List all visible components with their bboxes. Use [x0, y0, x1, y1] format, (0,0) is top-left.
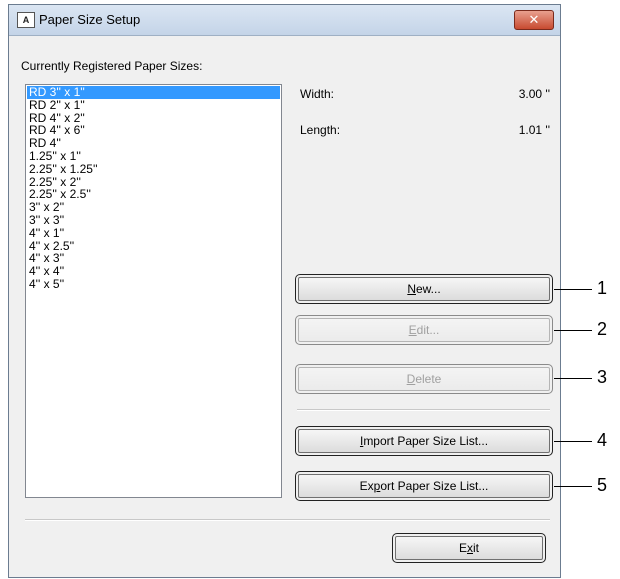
list-item[interactable]: 2.25'' x 1.25''	[27, 162, 280, 176]
exit-button[interactable]: Exit	[392, 533, 546, 563]
list-item[interactable]: 2.25'' x 2.5''	[27, 188, 280, 201]
edit-button[interactable]: Edit...	[295, 315, 553, 345]
callout-line-4	[554, 441, 592, 442]
callout-2: 2	[597, 319, 608, 339]
window-title: Paper Size Setup	[39, 12, 141, 27]
footer-separator	[25, 519, 550, 521]
export-paper-size-list-button[interactable]: Export Paper Size List...	[295, 471, 553, 501]
list-item[interactable]: 4'' x 2.5''	[27, 239, 280, 253]
app-icon: A	[17, 12, 35, 28]
callout-line-2	[554, 330, 592, 331]
list-item[interactable]: RD 4'' x 6''	[27, 124, 280, 137]
paper-sizes-label: Currently Registered Paper Sizes:	[21, 59, 203, 73]
list-item[interactable]: 4'' x 1''	[27, 226, 280, 240]
new-button[interactable]: New...	[295, 274, 553, 304]
list-item[interactable]: 3'' x 3''	[27, 214, 280, 227]
list-item[interactable]: 4'' x 5''	[27, 278, 280, 291]
callout-1: 1	[597, 278, 608, 298]
callout-line-3	[554, 378, 592, 379]
length-label: Length:	[300, 123, 341, 137]
paper-size-setup-dialog: A Paper Size Setup ✕ Currently Registere…	[8, 4, 561, 578]
callout-3: 3	[597, 367, 608, 387]
callout-4: 4	[597, 430, 608, 450]
list-item[interactable]: 3'' x 2''	[27, 201, 280, 214]
length-value: 1.01 ''	[518, 123, 550, 137]
list-item[interactable]: 4'' x 4''	[27, 265, 280, 278]
list-item[interactable]: RD 3'' x 1''	[27, 86, 280, 99]
close-button[interactable]: ✕	[514, 10, 554, 30]
button-separator	[297, 409, 550, 411]
callout-line-5	[554, 486, 592, 487]
callout-5: 5	[597, 475, 608, 495]
list-item[interactable]: 4'' x 3''	[27, 252, 280, 265]
title-bar[interactable]: A Paper Size Setup ✕	[9, 5, 560, 36]
callout-line-1	[554, 289, 592, 290]
width-label: Width:	[300, 87, 335, 101]
close-icon: ✕	[528, 12, 540, 27]
list-item[interactable]: RD 2'' x 1''	[27, 98, 280, 112]
list-item[interactable]: 1.25'' x 1''	[27, 150, 280, 163]
width-value: 3.00 ''	[518, 87, 550, 101]
paper-sizes-list[interactable]: RD 3'' x 1'' RD 2'' x 1'' RD 4'' x 2'' RD 4…	[25, 84, 282, 498]
import-paper-size-list-button[interactable]: Import Paper Size List...	[295, 426, 553, 456]
delete-button[interactable]: Delete	[295, 364, 553, 394]
